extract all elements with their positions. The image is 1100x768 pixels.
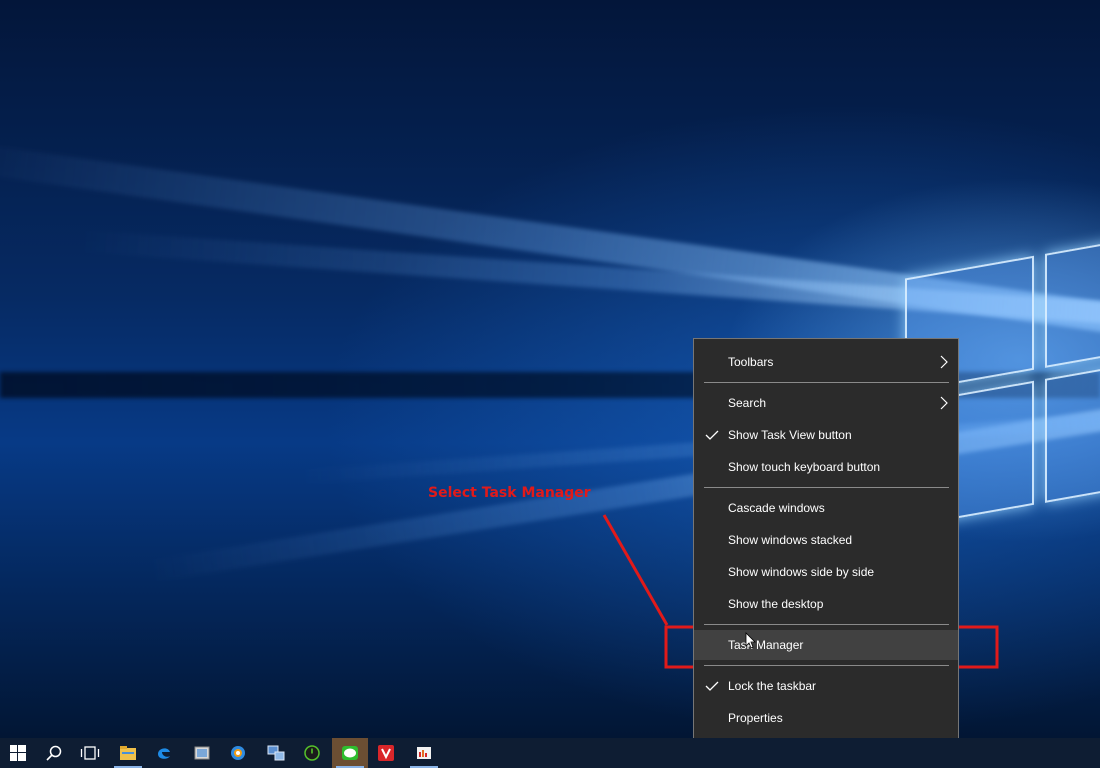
taskbar-app-file-explorer[interactable] [110,738,146,768]
annotation-label: Select Task Manager [428,485,591,501]
taskbar [0,738,1100,768]
taskbar-app-image-viewer[interactable] [184,738,220,768]
menu-item-label: Show Task View button [728,428,852,442]
menu-item-task-manager[interactable]: Task Manager [694,630,958,660]
menu-item-show-windows-stacked[interactable]: Show windows stacked [694,525,958,555]
edge-browser-icon [158,748,170,759]
start-button[interactable] [0,738,36,768]
task-view-button[interactable] [72,738,108,768]
menu-item-label: Show windows stacked [728,533,853,547]
taskbar-app-office[interactable] [406,738,442,768]
search-icon [46,745,62,761]
checkmark-icon [705,430,719,440]
image-viewer-icon [194,746,210,760]
network-app-icon [267,745,285,761]
chevron-right-icon [940,355,948,369]
menu-item-show-touch-keyboard-button[interactable]: Show touch keyboard button [694,452,958,482]
vivaldi-browser-icon [378,745,394,761]
menu-item-lock-the-taskbar[interactable]: Lock the taskbar [694,671,958,701]
menu-item-label: Lock the taskbar [728,679,817,693]
file-explorer-icon [120,746,136,760]
menu-item-search[interactable]: Search [694,388,958,418]
browser-app-icon [231,746,245,760]
menu-item-label: Cascade windows [728,501,825,515]
menu-item-toolbars[interactable]: Toolbars [694,347,958,377]
search-button[interactable] [36,738,72,768]
menu-item-show-the-desktop[interactable]: Show the desktop [694,589,958,619]
taskbar-app-line[interactable] [332,738,368,768]
logo-pane [1045,237,1100,368]
mouse-cursor-icon [745,632,756,649]
taskbar-app-edge[interactable] [146,738,182,768]
menu-item-label: Show the desktop [728,597,824,611]
power-app-icon [304,745,320,761]
menu-item-show-windows-side-by-side[interactable]: Show windows side by side [694,557,958,587]
menu-item-label: Show windows side by side [728,565,875,579]
taskbar-context-menu: Toolbars Search Show Task View button Sh… [693,338,959,743]
menu-item-cascade-windows[interactable]: Cascade windows [694,493,958,523]
line-chat-icon [342,746,358,760]
chevron-right-icon [940,396,948,410]
menu-item-show-task-view-button[interactable]: Show Task View button [694,420,958,450]
menu-separator [704,382,949,383]
menu-item-label: Task Manager [728,638,804,652]
menu-item-label: Toolbars [728,355,774,369]
taskbar-app-network[interactable] [258,738,294,768]
menu-separator [704,665,949,666]
menu-item-properties[interactable]: Properties [694,703,958,733]
menu-separator [704,624,949,625]
taskbar-app-power[interactable] [294,738,330,768]
taskbar-app-vivaldi[interactable] [368,738,404,768]
taskbar-app-browser[interactable] [220,738,256,768]
menu-item-label: Properties [728,711,783,725]
windows-start-icon [10,745,26,761]
menu-separator [704,487,949,488]
task-view-icon [80,746,100,760]
menu-item-label: Search [728,396,767,410]
office-app-icon [417,747,431,759]
checkmark-icon [705,681,719,691]
menu-item-label: Show touch keyboard button [728,460,881,474]
logo-pane [1045,362,1100,503]
